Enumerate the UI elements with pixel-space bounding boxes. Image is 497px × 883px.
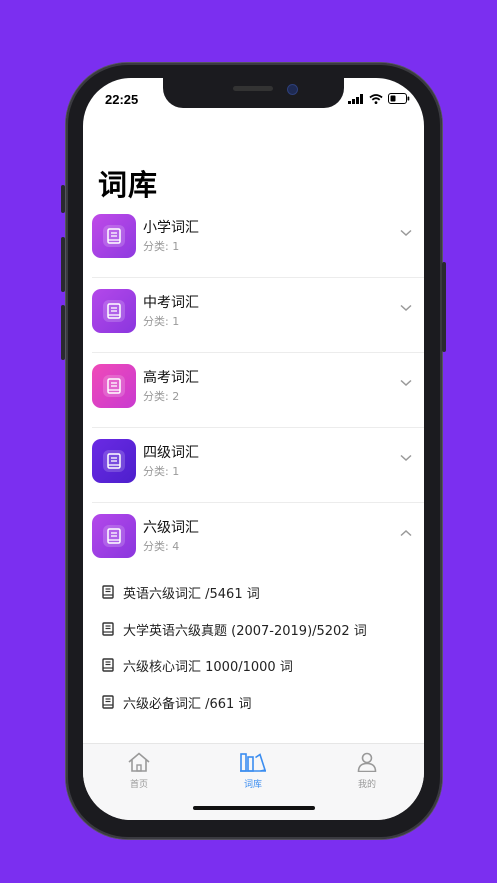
category-icon-tile	[92, 214, 136, 258]
word-list-item[interactable]: 六级必备词汇 /661 词	[83, 685, 424, 722]
status-time: 22:25	[105, 92, 139, 107]
status-icons	[348, 93, 410, 104]
word-list-label: 英语六级词汇 /5461 词	[123, 587, 260, 602]
person-icon	[357, 752, 377, 773]
word-list-item[interactable]: 六级核心词汇 1000/1000 词	[83, 648, 424, 685]
home-indicator	[193, 806, 315, 810]
book-icon	[107, 303, 121, 319]
side-button	[61, 237, 65, 292]
chevron-down-icon[interactable]	[400, 379, 412, 387]
wifi-icon	[369, 93, 383, 104]
word-list-item[interactable]: 英语六级词汇 /5461 词	[83, 575, 424, 612]
category-icon-tile	[92, 289, 136, 333]
battery-icon	[388, 93, 410, 104]
tab-library[interactable]: 词库	[223, 752, 283, 790]
chevron-down-icon[interactable]	[400, 304, 412, 312]
sub-list: 英语六级词汇 /5461 词 大学英语六级真题 (2007-2019)/5202…	[83, 575, 424, 721]
word-list-label: 大学英语六级真题 (2007-2019)/5202 词	[123, 623, 367, 639]
home-icon	[128, 752, 150, 772]
book-icon	[102, 585, 114, 599]
page-title: 词库	[98, 168, 159, 202]
notch	[163, 78, 344, 108]
category-row[interactable]: 高考词汇 分类: 2	[83, 353, 424, 428]
category-count: 分类: 1	[143, 315, 180, 328]
tab-profile[interactable]: 我的	[337, 752, 397, 790]
category-icon-tile	[92, 439, 136, 483]
book-icon	[107, 378, 121, 394]
book-icon	[102, 658, 114, 672]
category-row[interactable]: 四级词汇 分类: 1	[83, 428, 424, 503]
tab-label: 我的	[357, 780, 376, 790]
category-row[interactable]: 小学词汇 分类: 1	[83, 203, 424, 278]
category-icon-tile	[92, 364, 136, 408]
chevron-up-icon[interactable]	[400, 529, 412, 537]
tab-home[interactable]: 首页	[109, 752, 169, 790]
tab-label: 首页	[129, 780, 148, 790]
category-row[interactable]: 六级词汇 分类: 4	[83, 503, 424, 575]
side-button	[442, 262, 446, 352]
tab-label: 词库	[243, 780, 262, 790]
category-count: 分类: 1	[143, 465, 180, 478]
category-name: 中考词汇	[143, 295, 199, 311]
category-name: 小学词汇	[143, 220, 199, 236]
category-name: 四级词汇	[143, 445, 199, 461]
side-button	[61, 305, 65, 360]
chevron-down-icon[interactable]	[400, 454, 412, 462]
category-name: 六级词汇	[143, 520, 199, 536]
category-name: 高考词汇	[143, 370, 199, 386]
book-icon	[107, 528, 121, 544]
word-list-item[interactable]: 大学英语六级真题 (2007-2019)/5202 词	[83, 612, 424, 649]
side-button	[61, 185, 65, 213]
chevron-down-icon[interactable]	[400, 229, 412, 237]
book-icon	[107, 453, 121, 469]
book-icon	[107, 228, 121, 244]
signal-icon	[348, 93, 363, 104]
word-list-label: 六级必备词汇 /661 词	[123, 696, 252, 712]
book-icon	[102, 621, 114, 636]
category-count: 分类: 2	[143, 390, 180, 403]
category-list: 小学词汇 分类: 1 中考词汇 分类: 1 高考词汇 分类: 2 四级词汇 分类…	[83, 203, 424, 721]
category-row[interactable]: 中考词汇 分类: 1	[83, 278, 424, 353]
book-icon	[102, 694, 114, 709]
category-icon-tile	[92, 514, 136, 558]
category-count: 分类: 1	[143, 240, 180, 253]
speaker	[233, 86, 273, 91]
camera	[287, 84, 298, 95]
word-list-label: 六级核心词汇 1000/1000 词	[123, 660, 293, 675]
app-screen: 22:25 词库 小学词汇 分类: 1 中考词汇 分类: 1 高考词汇 分类: …	[83, 78, 424, 820]
library-icon	[240, 753, 267, 772]
category-count: 分类: 4	[143, 540, 180, 553]
